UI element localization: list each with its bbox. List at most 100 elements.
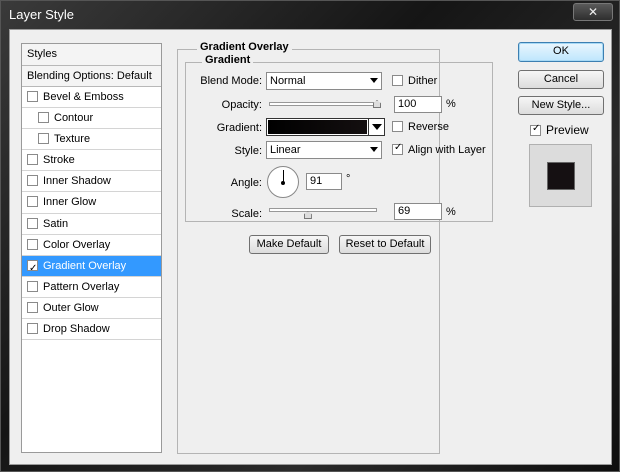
blend-mode-value: Normal [270, 75, 306, 87]
make-default-button[interactable]: Make Default [249, 235, 329, 254]
style-item-label: Texture [54, 133, 91, 146]
style-item-checkbox[interactable] [27, 258, 38, 279]
style-item-stroke[interactable]: Stroke [22, 150, 161, 172]
style-item-label: Color Overlay [43, 238, 111, 251]
style-item-label: Gradient Overlay [43, 259, 127, 272]
styles-list: Styles Blending Options: Default Bevel &… [21, 43, 162, 453]
scale-label: Scale: [231, 208, 262, 220]
style-item-texture[interactable]: Texture [22, 129, 161, 151]
style-item-label: Contour [54, 112, 94, 125]
dialog-body: Styles Blending Options: Default Bevel &… [9, 29, 612, 465]
align-check-box[interactable] [392, 142, 403, 155]
style-item-label: Pattern Overlay [43, 280, 120, 293]
style-item-label: Stroke [43, 154, 75, 167]
reverse-check-box[interactable] [392, 121, 403, 132]
chevron-down-icon [370, 78, 378, 83]
style-item-inner-shadow[interactable]: Inner Shadow [22, 171, 161, 193]
style-item-label: Satin [43, 217, 69, 230]
reverse-label: Reverse [408, 121, 449, 133]
style-item-label: Outer Glow [43, 301, 99, 314]
section-title: Gradient Overlay [197, 41, 292, 53]
style-item-checkbox[interactable] [27, 238, 38, 250]
reset-to-default-label: Reset to Default [345, 238, 425, 250]
scale-input[interactable]: 69 [394, 203, 442, 220]
angle-input[interactable]: 91 [306, 173, 342, 190]
preview-checkbox[interactable]: Preview [530, 123, 589, 137]
styles-header[interactable]: Styles [22, 44, 161, 66]
opacity-unit: % [446, 98, 456, 110]
style-item-checkbox[interactable] [38, 112, 49, 124]
align-with-layer-checkbox[interactable]: Align with Layer [392, 142, 486, 156]
opacity-input[interactable]: 100 [394, 96, 442, 113]
opacity-label: Opacity: [221, 99, 262, 111]
style-item-checkbox[interactable] [27, 196, 38, 208]
close-icon: ✕ [587, 5, 599, 19]
cancel-button[interactable]: Cancel [518, 70, 604, 89]
close-button[interactable]: ✕ [573, 3, 613, 21]
style-item-bevel-emboss[interactable]: Bevel & Emboss [22, 87, 161, 109]
style-item-drop-shadow[interactable]: Drop Shadow [22, 319, 161, 341]
angle-center-dot [281, 181, 285, 185]
styles-header-label: Styles [27, 48, 57, 60]
style-item-pattern-overlay[interactable]: Pattern Overlay [22, 277, 161, 298]
style-items: Bevel & Emboss Contour Texture Stroke Inner … [22, 87, 161, 341]
style-label: Style: [234, 145, 262, 157]
window-title: Layer Style [9, 7, 75, 22]
title-bar[interactable]: Layer Style ✕ [1, 1, 620, 29]
dither-label: Dither [408, 75, 438, 87]
style-item-checkbox[interactable] [27, 91, 38, 102]
align-with-layer-label: Align with Layer [408, 144, 486, 156]
style-select[interactable]: Linear [266, 141, 382, 159]
angle-value: 91 [310, 175, 323, 187]
preview-label: Preview [546, 123, 589, 137]
blending-options-item[interactable]: Blending Options: Default [22, 66, 161, 87]
style-item-checkbox[interactable] [27, 323, 38, 335]
style-item-checkbox[interactable] [27, 301, 38, 313]
style-item-checkbox[interactable] [27, 154, 38, 166]
gradient-dropdown-button[interactable] [368, 119, 384, 135]
style-item-checkbox[interactable] [38, 133, 49, 145]
style-item-label: Drop Shadow [43, 323, 110, 336]
style-item-color-overlay[interactable]: Color Overlay [22, 235, 161, 256]
angle-label: Angle: [230, 177, 262, 189]
angle-dial[interactable] [267, 166, 299, 198]
ok-button[interactable]: OK [518, 42, 604, 62]
gradient-label: Gradient: [216, 122, 262, 134]
preview-swatch [547, 162, 575, 190]
style-item-contour[interactable]: Contour [22, 108, 161, 130]
gradient-picker[interactable] [266, 118, 385, 136]
opacity-value: 100 [398, 98, 417, 110]
style-item-outer-glow[interactable]: Outer Glow [22, 298, 161, 320]
dither-check-box[interactable] [392, 75, 403, 86]
blend-mode-select[interactable]: Normal [266, 72, 382, 90]
layer-style-window: Layer Style ✕ Styles Blending Options: D… [0, 0, 620, 472]
style-item-label: Bevel & Emboss [43, 91, 124, 103]
reset-to-default-button[interactable]: Reset to Default [339, 235, 431, 254]
preview-check-box[interactable] [530, 123, 541, 136]
new-style-label: New Style... [531, 99, 591, 111]
gradient-group-title: Gradient [202, 54, 254, 66]
style-item-label: Inner Glow [43, 196, 97, 209]
style-item-inner-glow[interactable]: Inner Glow [22, 192, 161, 214]
style-item-checkbox[interactable] [27, 280, 38, 292]
style-item-checkbox[interactable] [27, 217, 38, 229]
angle-unit: ° [346, 173, 351, 185]
style-item-label: Inner Shadow [43, 175, 111, 188]
style-value: Linear [270, 144, 301, 156]
style-item-gradient-overlay[interactable]: Gradient Overlay [22, 255, 161, 279]
opacity-slider-track[interactable] [269, 102, 377, 106]
ok-label: OK [553, 45, 569, 57]
dither-checkbox[interactable]: Dither [392, 75, 437, 87]
blend-mode-label: Blend Mode: [200, 75, 262, 87]
blending-options-label: Blending Options: Default [27, 70, 152, 82]
make-default-label: Make Default [256, 238, 322, 250]
style-item-satin[interactable]: Satin [22, 214, 161, 235]
reverse-checkbox[interactable]: Reverse [392, 121, 449, 133]
scale-unit: % [446, 206, 456, 218]
style-item-checkbox[interactable] [27, 175, 38, 187]
chevron-down-icon [372, 124, 382, 130]
gradient-preview[interactable] [268, 120, 367, 134]
new-style-button[interactable]: New Style... [518, 96, 604, 115]
chevron-down-icon [370, 147, 378, 152]
scale-slider-track[interactable] [269, 208, 377, 212]
